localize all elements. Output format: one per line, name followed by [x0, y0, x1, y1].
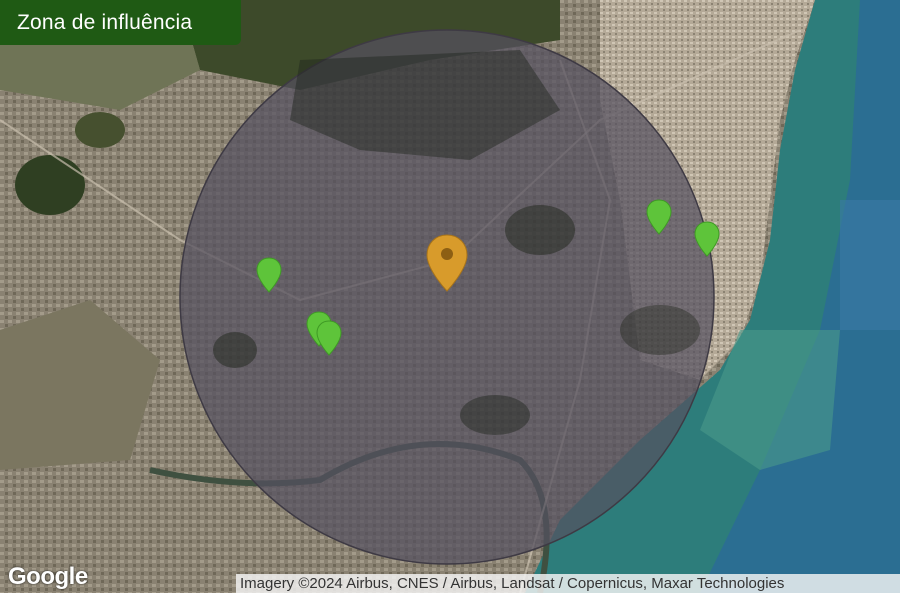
google-logo[interactable]: Google [8, 563, 88, 591]
map-pin-icon [646, 199, 672, 235]
location-marker-1[interactable] [256, 257, 282, 293]
map-pin-icon [694, 221, 720, 257]
map-title-badge: Zona de influência [0, 0, 241, 45]
location-marker-3[interactable] [316, 320, 342, 356]
imagery-attribution: Imagery ©2024 Airbus, CNES / Airbus, Lan… [236, 574, 900, 593]
map-pin-icon [316, 320, 342, 356]
map-title: Zona de influência [17, 10, 193, 34]
satellite-map[interactable]: Zona de influência Google Imagery ©2024 … [0, 0, 900, 593]
center-location-marker[interactable] [425, 233, 469, 293]
location-marker-4[interactable] [646, 199, 672, 235]
map-pin-icon [426, 234, 468, 292]
map-pin-icon [256, 257, 282, 293]
satellite-imagery [0, 0, 900, 593]
location-marker-5[interactable] [694, 221, 720, 257]
